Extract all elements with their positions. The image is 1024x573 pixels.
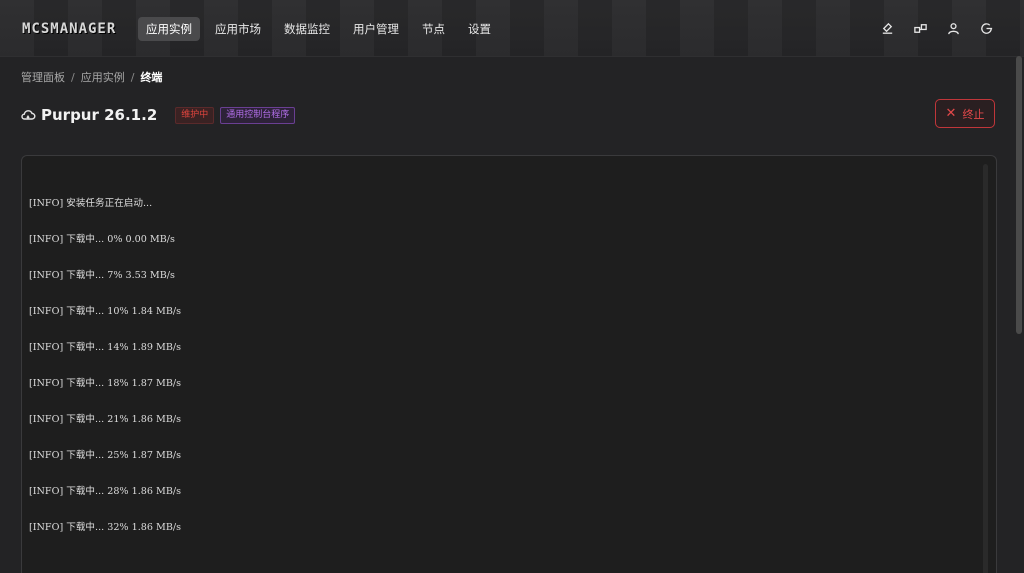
type-badge: 通用控制台程序 [220, 106, 296, 124]
terminal-line: [INFO] 下载中... 25% 1.87 MB/s [29, 450, 182, 461]
terminal-line: [INFO] 下载中... 32% 1.86 MB/s [29, 522, 182, 533]
terminal-line: [INFO] 安装任务正在启动... [29, 198, 153, 209]
terminal-line: [INFO] 下载中... 7% 3.53 MB/s [29, 270, 175, 281]
nav-item-market[interactable]: 应用市场 [207, 17, 269, 41]
app-window: MCSMANAGER 应用实例 应用市场 数据监控 用户管理 节点 设置 管理面… [0, 0, 1024, 573]
nav-item-users[interactable]: 用户管理 [345, 17, 407, 41]
top-right-icons [880, 21, 994, 36]
instance-title: Purpur 26.1.2 [41, 106, 158, 124]
status-badge: 维护中 [175, 106, 215, 124]
terminal-line: [INFO] 下载中... 14% 1.89 MB/s [29, 342, 182, 353]
stop-button[interactable]: ✕ 终止 [935, 99, 995, 128]
terminal-line: [INFO] 下载中... 10% 1.84 MB/s [29, 306, 182, 317]
nav-item-settings[interactable]: 设置 [460, 17, 499, 41]
terminal-line: [INFO] 下载中... 21% 1.86 MB/s [29, 414, 182, 425]
terminal-scrollbar[interactable] [983, 164, 988, 573]
user-icon[interactable] [946, 21, 961, 36]
breadcrumb-separator: / [71, 71, 75, 84]
terminal-console[interactable]: [INFO] 安装任务正在启动... [INFO] 下载中... 0% 0.00… [21, 155, 997, 573]
top-navigation: MCSMANAGER 应用实例 应用市场 数据监控 用户管理 节点 设置 [0, 0, 1024, 57]
main-nav: 应用实例 应用市场 数据监控 用户管理 节点 设置 [138, 17, 506, 41]
language-icon[interactable] [913, 21, 928, 36]
breadcrumb-item-dashboard[interactable]: 管理面板 [21, 71, 65, 84]
breadcrumb-item-terminal: 终端 [140, 71, 163, 84]
nav-item-nodes[interactable]: 节点 [414, 17, 453, 41]
breadcrumb: 管理面板 / 应用实例 / 终端 [21, 69, 162, 85]
terminal-line: [INFO] 下载中... 28% 1.86 MB/s [29, 486, 182, 497]
terminal-output: [INFO] 安装任务正在启动... [INFO] 下载中... 0% 0.00… [29, 174, 181, 558]
page-scrollbar[interactable] [1016, 56, 1022, 334]
breadcrumb-separator: / [130, 71, 135, 84]
stop-button-label: 终止 [962, 107, 985, 121]
logo[interactable]: MCSMANAGER [22, 21, 116, 37]
theme-brush-icon[interactable] [880, 21, 895, 36]
instance-header: Purpur 26.1.2 维护中 通用控制台程序 [20, 104, 301, 126]
terminal-line: [INFO] 下载中... 0% 0.00 MB/s [29, 234, 175, 245]
breadcrumb-item-instances[interactable]: 应用实例 [81, 71, 125, 84]
nav-item-instances[interactable]: 应用实例 [138, 17, 200, 41]
close-icon: ✕ [945, 106, 957, 121]
nav-item-monitor[interactable]: 数据监控 [276, 17, 338, 41]
cloud-icon [20, 107, 36, 123]
terminal-line: [INFO] 下载中... 18% 1.87 MB/s [29, 378, 182, 389]
logout-icon[interactable] [979, 21, 994, 36]
